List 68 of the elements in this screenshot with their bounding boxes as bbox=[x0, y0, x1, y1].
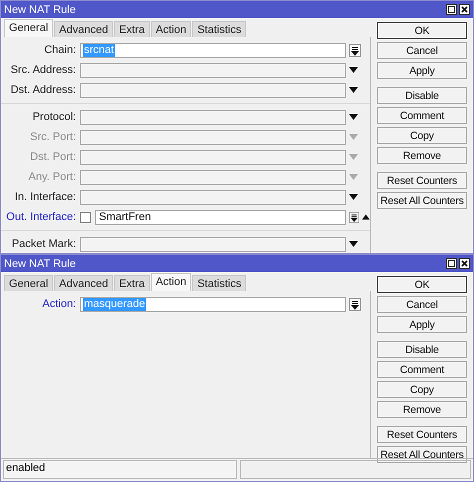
field-label: Out. Interface: bbox=[5, 211, 77, 223]
tab[interactable]: Advanced bbox=[54, 275, 114, 291]
input-field[interactable] bbox=[80, 150, 346, 164]
tab[interactable]: Action bbox=[150, 273, 192, 291]
dialog-button[interactable]: Remove bbox=[377, 147, 467, 164]
maximize-icon bbox=[448, 260, 455, 267]
input-field[interactable] bbox=[80, 190, 346, 204]
field-label: Any. Port: bbox=[28, 171, 77, 183]
tab[interactable]: Advanced bbox=[54, 21, 114, 37]
dialog-button[interactable]: Reset All Counters bbox=[377, 192, 467, 209]
dialog-button[interactable]: Apply bbox=[377, 316, 467, 333]
tab[interactable]: General bbox=[4, 275, 54, 291]
input-field[interactable] bbox=[80, 170, 346, 184]
negate-checkbox[interactable] bbox=[80, 212, 91, 222]
input-field[interactable]: SmartFren bbox=[95, 210, 346, 224]
maximize-icon bbox=[448, 6, 455, 13]
tab[interactable]: Statistics bbox=[192, 21, 246, 37]
dialog-button[interactable]: Disable bbox=[377, 341, 467, 358]
tab[interactable]: Extra bbox=[114, 21, 150, 37]
tab[interactable]: General bbox=[4, 19, 54, 37]
field-label: Src. Address: bbox=[10, 64, 77, 76]
dialog-button[interactable]: Reset Counters bbox=[377, 426, 467, 443]
input-field[interactable] bbox=[80, 82, 346, 98]
dialog-button[interactable]: Apply bbox=[377, 62, 467, 79]
maximize-button[interactable] bbox=[446, 258, 457, 269]
dialog-button[interactable]: Cancel bbox=[377, 296, 467, 313]
close-icon bbox=[461, 6, 468, 13]
dialog-button[interactable]: Comment bbox=[377, 361, 467, 378]
dropdown-arrow-icon[interactable] bbox=[349, 67, 358, 73]
field-label: Protocol: bbox=[32, 111, 77, 123]
dropdown-arrow-icon[interactable] bbox=[349, 194, 358, 200]
field-label: Action: bbox=[41, 298, 77, 310]
tab[interactable]: Statistics bbox=[192, 275, 246, 291]
list-dropdown-icon[interactable] bbox=[349, 210, 360, 224]
tab[interactable]: Extra bbox=[114, 275, 150, 291]
list-dropdown-icon[interactable] bbox=[349, 44, 361, 56]
input-field[interactable] bbox=[80, 236, 346, 252]
dropdown-arrow-icon[interactable] bbox=[349, 241, 358, 247]
dialog-button[interactable]: Copy bbox=[377, 381, 467, 398]
maximize-button[interactable] bbox=[446, 4, 457, 15]
field-label: Packet Mark: bbox=[10, 238, 77, 250]
input-field[interactable] bbox=[80, 62, 346, 78]
dialog-button[interactable]: Copy bbox=[377, 127, 467, 144]
dialog-button[interactable]: Disable bbox=[377, 87, 467, 104]
collapse-arrow-icon[interactable] bbox=[362, 214, 370, 220]
close-button[interactable] bbox=[459, 258, 470, 269]
field-label: Dst. Address: bbox=[10, 84, 77, 96]
field-label: In. Interface: bbox=[14, 191, 77, 203]
dialog-button[interactable]: Comment bbox=[377, 107, 467, 124]
field-label: Dst. Port: bbox=[29, 151, 77, 163]
close-icon bbox=[461, 260, 468, 267]
field-label: Chain: bbox=[43, 44, 77, 56]
field-label: Src. Port: bbox=[29, 131, 77, 143]
input-field[interactable] bbox=[80, 130, 346, 144]
input-field[interactable] bbox=[80, 110, 346, 124]
status-text: enabled bbox=[3, 460, 237, 479]
dropdown-arrow-icon[interactable] bbox=[349, 87, 358, 93]
close-button[interactable] bbox=[459, 4, 470, 15]
dialog-button[interactable]: OK bbox=[377, 276, 467, 293]
dialog-button[interactable]: Cancel bbox=[377, 42, 467, 59]
dialog-button[interactable]: OK bbox=[377, 22, 467, 39]
tab[interactable]: Action bbox=[150, 21, 192, 37]
window-title: New NAT Rule bbox=[4, 258, 77, 270]
list-dropdown-icon[interactable] bbox=[349, 298, 361, 310]
dropdown-arrow-icon[interactable] bbox=[349, 114, 358, 120]
dialog-button[interactable]: Remove bbox=[377, 401, 467, 418]
window-title: New NAT Rule bbox=[4, 4, 77, 16]
dialog-button[interactable]: Reset Counters bbox=[377, 172, 467, 189]
